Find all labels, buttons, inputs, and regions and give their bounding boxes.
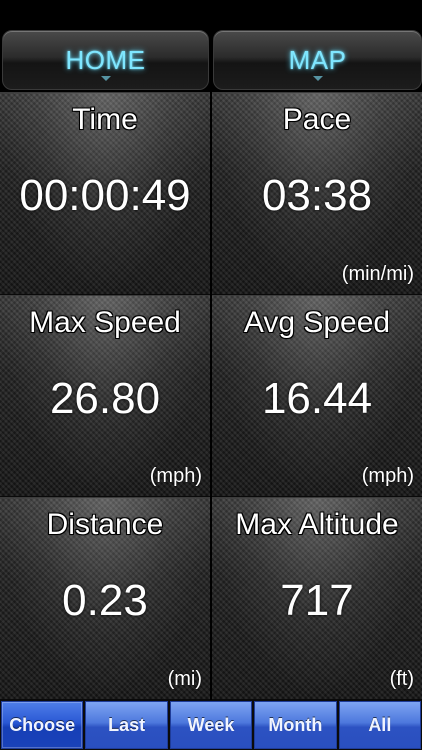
stat-label: Max Altitude: [235, 508, 399, 541]
tab-all[interactable]: All: [338, 701, 422, 749]
stat-unit: (mi): [167, 668, 202, 690]
stat-value: 00:00:49: [19, 171, 191, 220]
tab-last[interactable]: Last: [85, 701, 168, 749]
stats-grid: Time 00:00:49 Pace 03:38 (min/mi) Max Sp…: [0, 92, 422, 700]
stat-tile-max-altitude: Max Altitude 717 (ft): [212, 497, 422, 700]
top-nav: HOME MAP: [0, 28, 422, 92]
stat-tile-avg-speed: Avg Speed 16.44 (mph): [212, 295, 422, 497]
stat-tile-distance: Distance 0.23 (mi): [0, 497, 210, 700]
status-bar: [0, 0, 422, 28]
stat-value: 16.44: [261, 374, 373, 423]
stat-tile-max-speed: Max Speed 26.80 (mph): [0, 295, 210, 497]
stat-unit: (min/mi): [341, 263, 414, 285]
stat-unit: (mph): [361, 465, 414, 487]
stat-value: 26.80: [49, 374, 161, 423]
stat-label: Avg Speed: [243, 306, 391, 339]
stat-unit: (ft): [389, 668, 414, 690]
chevron-down-icon: [100, 76, 111, 81]
stat-label: Time: [72, 103, 138, 136]
stat-unit: (mph): [149, 465, 202, 487]
map-button[interactable]: MAP: [213, 30, 422, 90]
app-screen: HOME MAP Time 00:00:49 Pace 03:38 (min/m…: [0, 0, 422, 750]
map-button-label: MAP: [288, 44, 347, 75]
stat-label: Pace: [282, 103, 352, 136]
stat-value: 0.23: [62, 576, 148, 625]
home-button-label: HOME: [65, 44, 146, 75]
stat-tile-pace: Pace 03:38 (min/mi): [212, 92, 422, 295]
tab-month[interactable]: Month: [254, 701, 337, 749]
stat-value: 03:38: [261, 171, 373, 220]
stat-tile-time: Time 00:00:49: [0, 92, 210, 295]
home-button[interactable]: HOME: [2, 30, 209, 90]
stat-label: Max Speed: [29, 306, 181, 339]
tab-week[interactable]: Week: [169, 701, 253, 749]
bottom-tab-bar: Choose Last Week Month All: [0, 700, 422, 750]
tab-choose[interactable]: Choose: [1, 701, 84, 749]
stat-label: Distance: [46, 508, 164, 541]
chevron-down-icon: [312, 76, 323, 81]
stat-value: 717: [280, 576, 354, 625]
